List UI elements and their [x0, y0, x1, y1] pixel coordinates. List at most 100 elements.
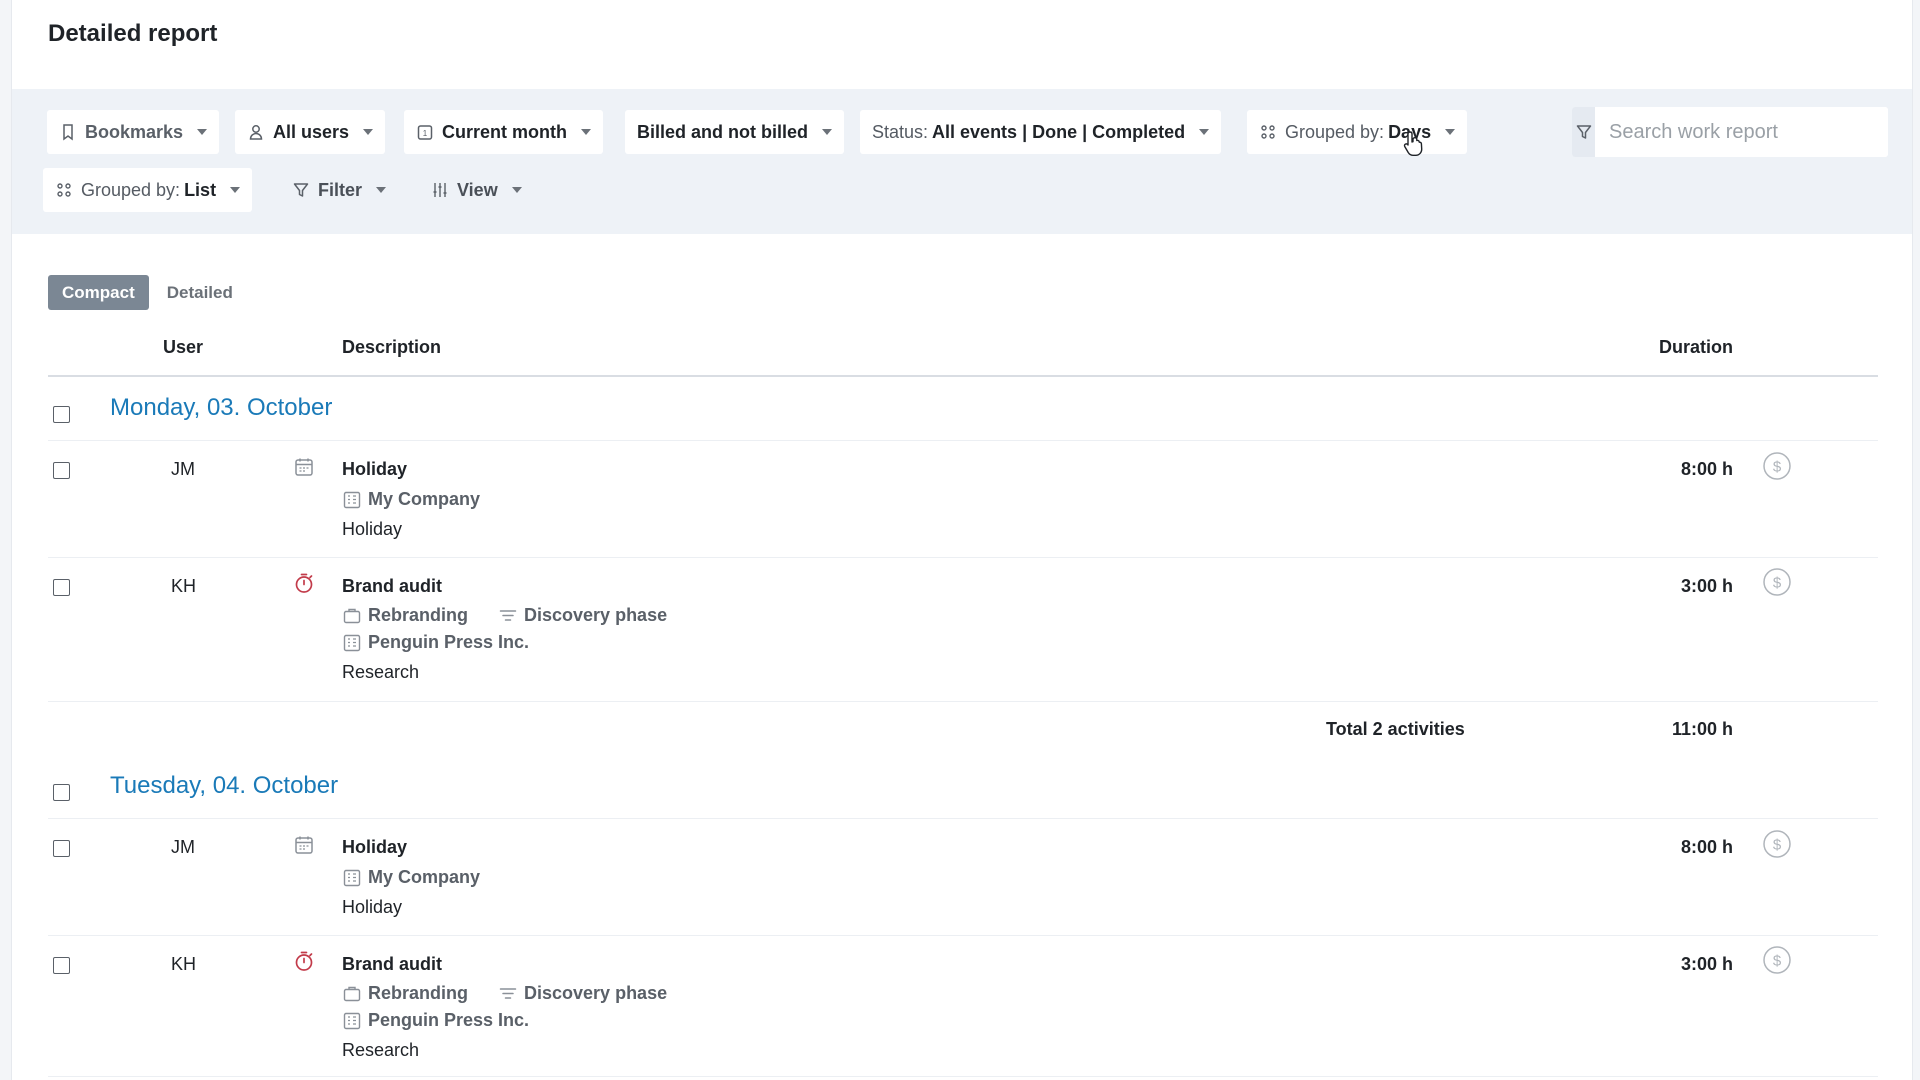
- bookmarks-dropdown[interactable]: Bookmarks: [47, 110, 220, 154]
- calendar-icon: [295, 836, 313, 854]
- entry-project-phase: Rebranding Discovery phase: [342, 605, 667, 626]
- dollar-icon[interactable]: $: [1762, 567, 1792, 597]
- group-by-days-dropdown[interactable]: Grouped by: Days: [1247, 110, 1468, 154]
- entry-title[interactable]: Holiday: [342, 459, 407, 480]
- calendar-icon: 1: [416, 123, 434, 141]
- grid-icon: [1259, 123, 1277, 141]
- group-by-prefix: Grouped by:: [81, 179, 181, 200]
- svg-text:1: 1: [423, 129, 428, 138]
- search-box: [1572, 107, 1888, 157]
- row-divider: [48, 1076, 1878, 1077]
- phase-list-icon: [499, 609, 517, 621]
- client-name: My Company: [368, 867, 481, 887]
- view-mode-tabs: Compact Detailed: [48, 275, 241, 310]
- group-by-value: List: [184, 179, 217, 200]
- building-icon: [343, 1012, 361, 1029]
- entry-client: My Company: [342, 489, 480, 510]
- group-by-list-dropdown[interactable]: Grouped by: List: [43, 168, 253, 212]
- page-title: Detailed report: [48, 20, 218, 47]
- scrollbar[interactable]: [1912, 0, 1920, 1080]
- entry-note: Holiday: [342, 897, 403, 917]
- building-icon: [343, 491, 361, 508]
- users-label: All users: [273, 121, 350, 142]
- entry-checkbox[interactable]: [53, 462, 70, 479]
- dollar-icon[interactable]: $: [1762, 945, 1792, 975]
- client-name: Penguin Press Inc.: [368, 632, 530, 652]
- sliders-icon: [431, 181, 449, 199]
- search-input[interactable]: [1595, 107, 1888, 157]
- calendar-icon: [295, 458, 313, 476]
- column-header-description[interactable]: Description: [342, 337, 441, 358]
- bookmarks-label: Bookmarks: [85, 121, 184, 142]
- entry-checkbox[interactable]: [53, 840, 70, 857]
- entry-title[interactable]: Brand audit: [342, 576, 442, 597]
- group-by-prefix: Grouped by:: [1285, 121, 1385, 142]
- chevron-down-icon: [822, 129, 832, 135]
- day-checkbox[interactable]: [53, 784, 70, 801]
- day-total-duration: 11:00 h: [1671, 719, 1733, 739]
- left-rail: [0, 0, 12, 1080]
- header-divider: [48, 375, 1878, 377]
- tab-compact[interactable]: Compact: [48, 275, 149, 310]
- stopwatch-icon: [295, 951, 313, 971]
- period-dropdown[interactable]: 1 Current month: [404, 110, 603, 154]
- entry-duration: 3:00 h: [1680, 576, 1733, 596]
- row-divider: [48, 557, 1878, 558]
- dollar-icon[interactable]: $: [1762, 451, 1792, 481]
- row-divider: [48, 935, 1878, 936]
- entry-user: KH: [171, 576, 197, 596]
- briefcase-icon: [343, 986, 361, 1001]
- grid-icon: [55, 181, 73, 199]
- chevron-down-icon: [230, 187, 241, 193]
- entry-client: My Company: [342, 867, 480, 888]
- row-divider: [48, 440, 1878, 441]
- tab-detailed[interactable]: Detailed: [159, 275, 241, 310]
- day-heading[interactable]: Tuesday, 04. October: [110, 772, 338, 800]
- filter-dropdown[interactable]: Filter: [280, 168, 398, 212]
- entry-checkbox[interactable]: [53, 579, 70, 596]
- building-icon: [343, 634, 361, 651]
- entry-note: Research: [342, 662, 420, 682]
- chevron-down-icon: [511, 187, 522, 193]
- stopwatch-icon: [295, 573, 313, 593]
- billing-dropdown[interactable]: Billed and not billed: [625, 110, 844, 154]
- svg-text:$: $: [1773, 459, 1782, 476]
- entry-user: KH: [171, 954, 197, 974]
- view-dropdown[interactable]: View: [419, 168, 534, 212]
- bookmark-icon: [59, 123, 77, 141]
- users-dropdown[interactable]: All users: [235, 110, 386, 154]
- filter-label: Filter: [318, 179, 363, 200]
- day-checkbox[interactable]: [53, 406, 70, 423]
- chevron-down-icon: [376, 187, 387, 193]
- chevron-down-icon: [1199, 129, 1210, 135]
- entry-note: Holiday: [342, 519, 403, 539]
- building-icon: [343, 869, 361, 886]
- funnel-icon: [1575, 123, 1593, 141]
- svg-text:$: $: [1773, 837, 1782, 854]
- column-header-user[interactable]: User: [163, 337, 203, 358]
- status-value: All events | Done | Completed: [932, 121, 1186, 142]
- period-label: Current month: [442, 121, 567, 142]
- entry-title[interactable]: Brand audit: [342, 954, 442, 975]
- project-name: Rebranding: [368, 605, 469, 625]
- chevron-down-icon: [1445, 129, 1456, 135]
- entry-checkbox[interactable]: [53, 957, 70, 974]
- svg-text:$: $: [1773, 953, 1782, 970]
- svg-text:$: $: [1773, 575, 1782, 592]
- client-name: My Company: [368, 489, 481, 509]
- entry-duration: 8:00 h: [1680, 837, 1733, 857]
- briefcase-icon: [343, 608, 361, 623]
- project-name: Rebranding: [368, 983, 469, 1003]
- dollar-icon[interactable]: $: [1762, 829, 1792, 859]
- day-heading[interactable]: Monday, 03. October: [110, 394, 332, 422]
- entry-user: JM: [171, 837, 195, 857]
- column-header-duration[interactable]: Duration: [1659, 337, 1733, 358]
- entry-title[interactable]: Holiday: [342, 837, 407, 858]
- search-filter-button[interactable]: [1572, 107, 1595, 157]
- status-prefix: Status:: [872, 121, 929, 142]
- chevron-down-icon: [581, 129, 591, 135]
- entry-client: Penguin Press Inc.: [342, 1010, 529, 1031]
- entry-client: Penguin Press Inc.: [342, 632, 529, 653]
- status-dropdown[interactable]: Status: All events | Done | Completed: [860, 110, 1222, 154]
- row-divider: [48, 701, 1878, 702]
